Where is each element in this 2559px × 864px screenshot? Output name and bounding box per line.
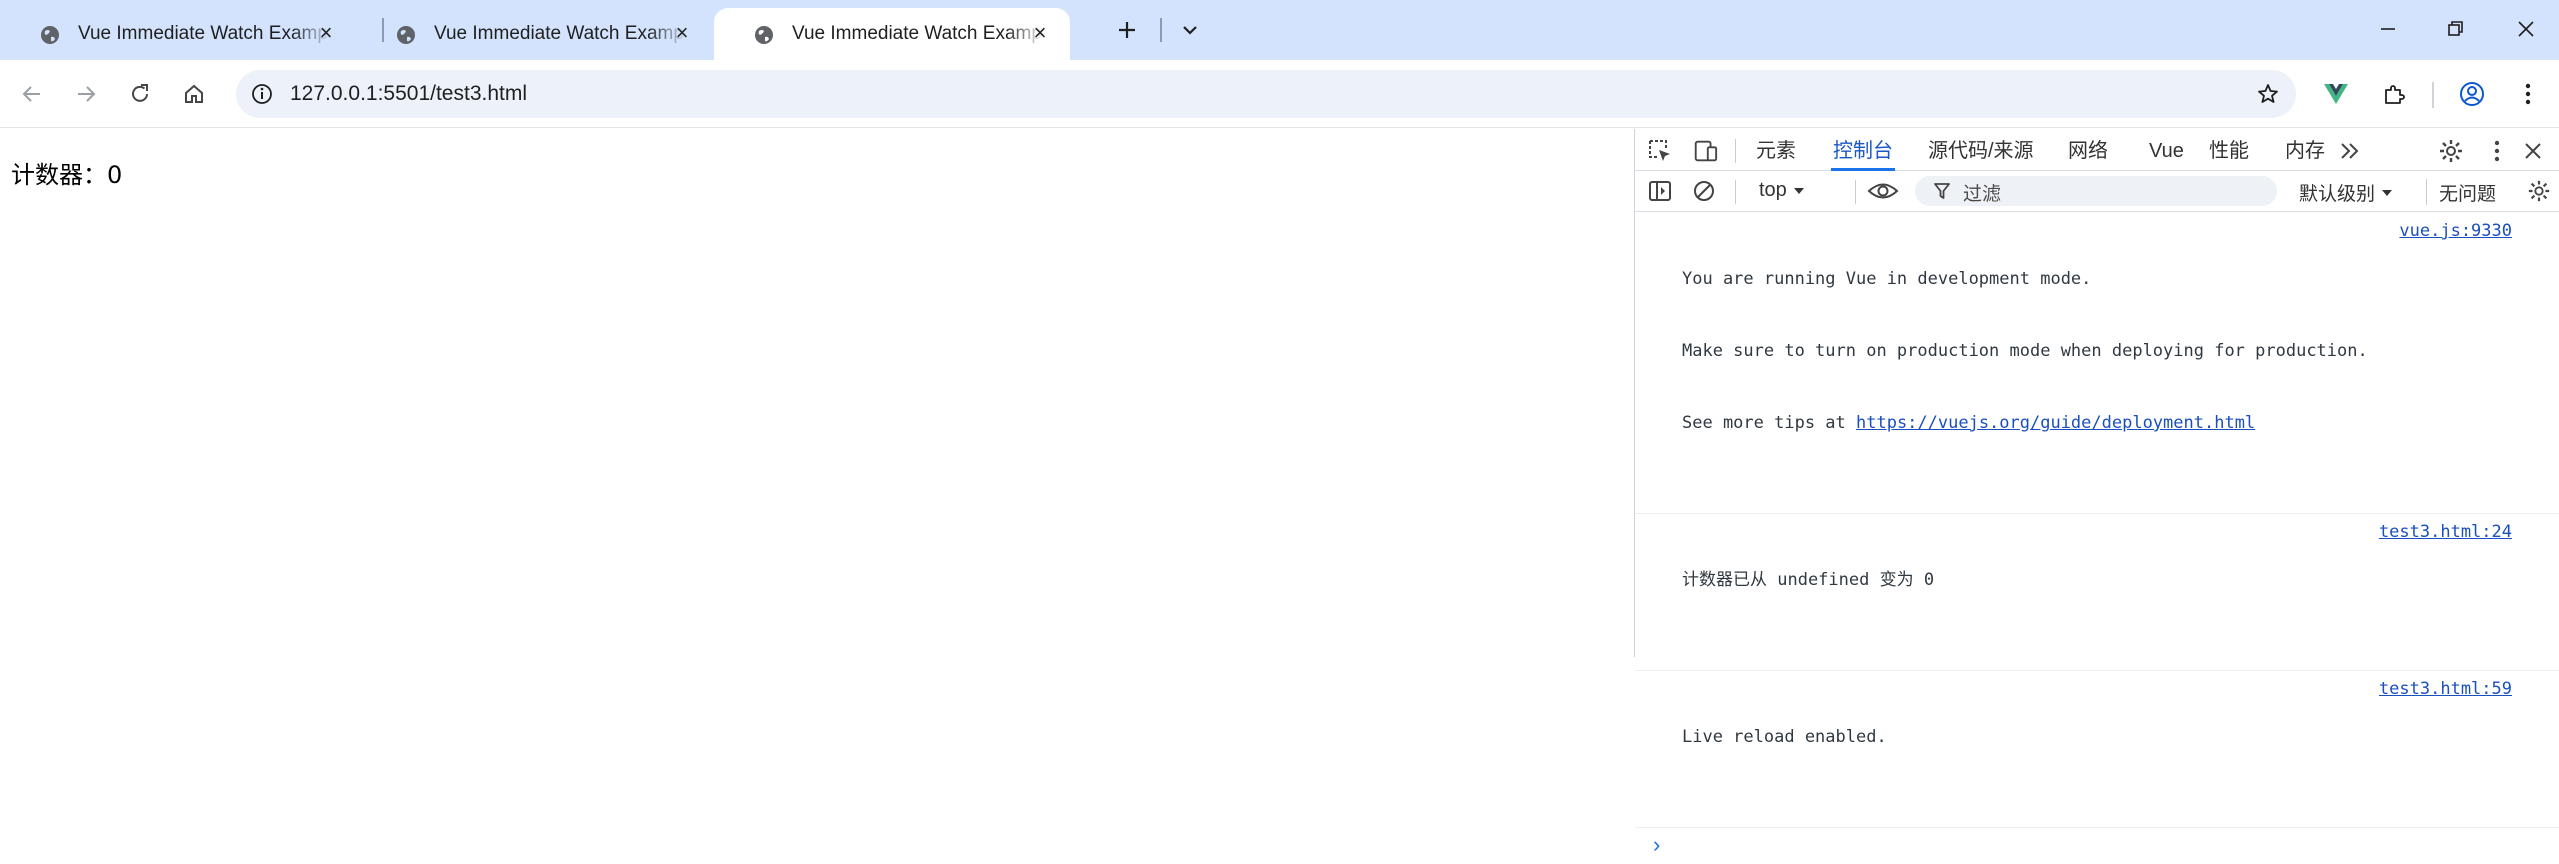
message-text: See more tips at (1682, 413, 1856, 433)
chevron-down-icon (1183, 26, 1197, 35)
console-toolbar: top 过滤 默认级别 无问题 (1635, 171, 2559, 212)
forward-button[interactable] (68, 76, 104, 112)
kebab-menu-icon (2525, 83, 2531, 105)
home-icon (185, 84, 203, 103)
message-line: See more tips at https://vuejs.org/guide… (1682, 411, 2512, 435)
arrow-right-icon (78, 86, 96, 102)
devtools-tab-network[interactable]: 网络 (2068, 129, 2108, 171)
message-text: 计数器已从 undefined 变为 0 (1682, 570, 1935, 590)
globe-icon (41, 26, 59, 44)
tab-close-icon[interactable]: × (670, 22, 694, 46)
console-prompt[interactable]: › (1635, 828, 2559, 864)
browser-toolbar: 127.0.0.1:5501/test3.html (0, 60, 2559, 128)
counter-text: 计数器：0 (11, 161, 123, 189)
devtools-tab-memory[interactable]: 内存 (2285, 129, 2325, 171)
vue-devtools-extension-button[interactable] (2320, 78, 2352, 110)
live-expression-eye-icon[interactable] (1863, 178, 1903, 204)
devtools-menu-icon[interactable] (2484, 138, 2510, 164)
vue-logo-icon (2324, 84, 2348, 104)
filter-icon (1934, 183, 1950, 199)
devtools-tab-sources[interactable]: 源代码/来源 (1928, 129, 2034, 171)
message-source-link[interactable]: test3.html:59 (2379, 677, 2512, 701)
tab-separator (1160, 18, 1162, 42)
new-tab-button[interactable] (1111, 14, 1143, 46)
message-line: Make sure to turn on production mode whe… (1682, 341, 2368, 361)
browser-tab-2[interactable]: Vue Immediate Watch Example × (356, 8, 712, 60)
tab-close-icon[interactable]: × (1028, 22, 1052, 46)
tab-title: Vue Immediate Watch Example (434, 23, 686, 44)
info-icon[interactable] (250, 82, 274, 106)
page-viewport: 计数器：0 (0, 129, 1634, 657)
issues-counter[interactable]: 无问题 (2426, 179, 2496, 205)
devtools-tab-performance[interactable]: 性能 (2209, 129, 2249, 171)
console-filter-input[interactable]: 过滤 (1915, 176, 2277, 206)
restore-button[interactable] (2436, 12, 2476, 46)
devtools-panel: 元素 控制台 源代码/来源 网络 Vue 性能 内存 top 过滤 默认级别 无… (1634, 129, 2559, 857)
globe-icon (755, 26, 773, 44)
console-message: You are running Vue in development mode.… (1635, 213, 2559, 514)
devtools-close-icon[interactable] (2520, 138, 2546, 164)
home-button[interactable] (176, 76, 212, 112)
devtools-tab-elements[interactable]: 元素 (1756, 129, 1796, 171)
window-close-button[interactable] (2506, 12, 2546, 46)
inspect-element-icon[interactable] (1647, 138, 1673, 164)
devtools-tab-console[interactable]: 控制台 (1831, 129, 1895, 171)
plus-icon (1119, 22, 1135, 38)
browser-menu-button[interactable] (2512, 78, 2544, 110)
back-button[interactable] (14, 76, 50, 112)
devtools-tab-vue[interactable]: Vue (2149, 129, 2184, 171)
profile-icon (2460, 82, 2484, 106)
sidebar-toggle-icon[interactable] (1647, 178, 1673, 204)
tab-close-icon[interactable]: × (314, 22, 338, 46)
minimize-button[interactable] (2368, 12, 2408, 46)
browser-tab-1[interactable]: Vue Immediate Watch Example × (0, 8, 356, 60)
devtools-tab-bar: 元素 控制台 源代码/来源 网络 Vue 性能 内存 (1635, 129, 2559, 171)
console-message: Live reload enabled. test3.html:59 (1635, 671, 2559, 828)
caret-down-icon (2382, 189, 2393, 196)
log-level-dropdown[interactable]: 默认级别 (2299, 179, 2393, 206)
close-icon (2518, 21, 2534, 37)
clear-console-icon[interactable] (1691, 178, 1717, 204)
profile-button[interactable] (2456, 78, 2488, 110)
toolbar-divider (1735, 180, 1736, 204)
toolbar-divider (1735, 139, 1736, 163)
reload-button[interactable] (122, 76, 158, 112)
address-url[interactable]: 127.0.0.1:5501/test3.html (290, 70, 527, 118)
filter-placeholder: 过滤 (1963, 184, 2002, 205)
tab-title: Vue Immediate Watch Example (78, 23, 330, 44)
globe-icon (397, 26, 415, 44)
arrow-left-icon (22, 86, 40, 102)
console-settings-gear-icon[interactable] (2526, 178, 2552, 204)
prompt-chevron-icon: › (1653, 832, 1661, 857)
message-source-link[interactable]: test3.html:24 (2379, 520, 2512, 544)
message-text: Live reload enabled. (1682, 727, 1887, 747)
settings-gear-icon[interactable] (2438, 138, 2464, 164)
toolbar-divider (2432, 82, 2434, 108)
reload-icon (132, 84, 148, 102)
more-tabs-icon[interactable] (2337, 138, 2363, 164)
tab-search-button[interactable] (1174, 14, 1206, 46)
extensions-button[interactable] (2378, 78, 2410, 110)
context-label: top (1759, 179, 1787, 201)
console-messages: You are running Vue in development mode.… (1635, 213, 2559, 864)
tab-strip: Vue Immediate Watch Example × Vue Immedi… (0, 0, 2559, 60)
deployment-guide-link[interactable]: https://vuejs.org/guide/deployment.html (1856, 413, 2255, 433)
address-bar[interactable]: 127.0.0.1:5501/test3.html (236, 70, 2296, 118)
caret-down-icon (1793, 187, 1804, 194)
message-line: You are running Vue in development mode. (1682, 269, 2092, 289)
browser-tab-3-active[interactable]: Vue Immediate Watch Example × (714, 8, 1070, 60)
console-message: 计数器已从 undefined 变为 0 test3.html:24 (1635, 514, 2559, 671)
message-source-link[interactable]: vue.js:9330 (2399, 219, 2512, 243)
star-icon[interactable] (2256, 82, 2280, 106)
minimize-icon (2381, 28, 2395, 30)
restore-icon (2448, 21, 2463, 36)
log-level-label: 默认级别 (2299, 184, 2376, 205)
context-selector[interactable]: top (1759, 179, 1805, 202)
tab-title: Vue Immediate Watch Example (792, 23, 1044, 44)
toolbar-divider (1855, 180, 1856, 204)
device-toggle-icon[interactable] (1692, 138, 1718, 164)
puzzle-icon (2385, 85, 2405, 104)
